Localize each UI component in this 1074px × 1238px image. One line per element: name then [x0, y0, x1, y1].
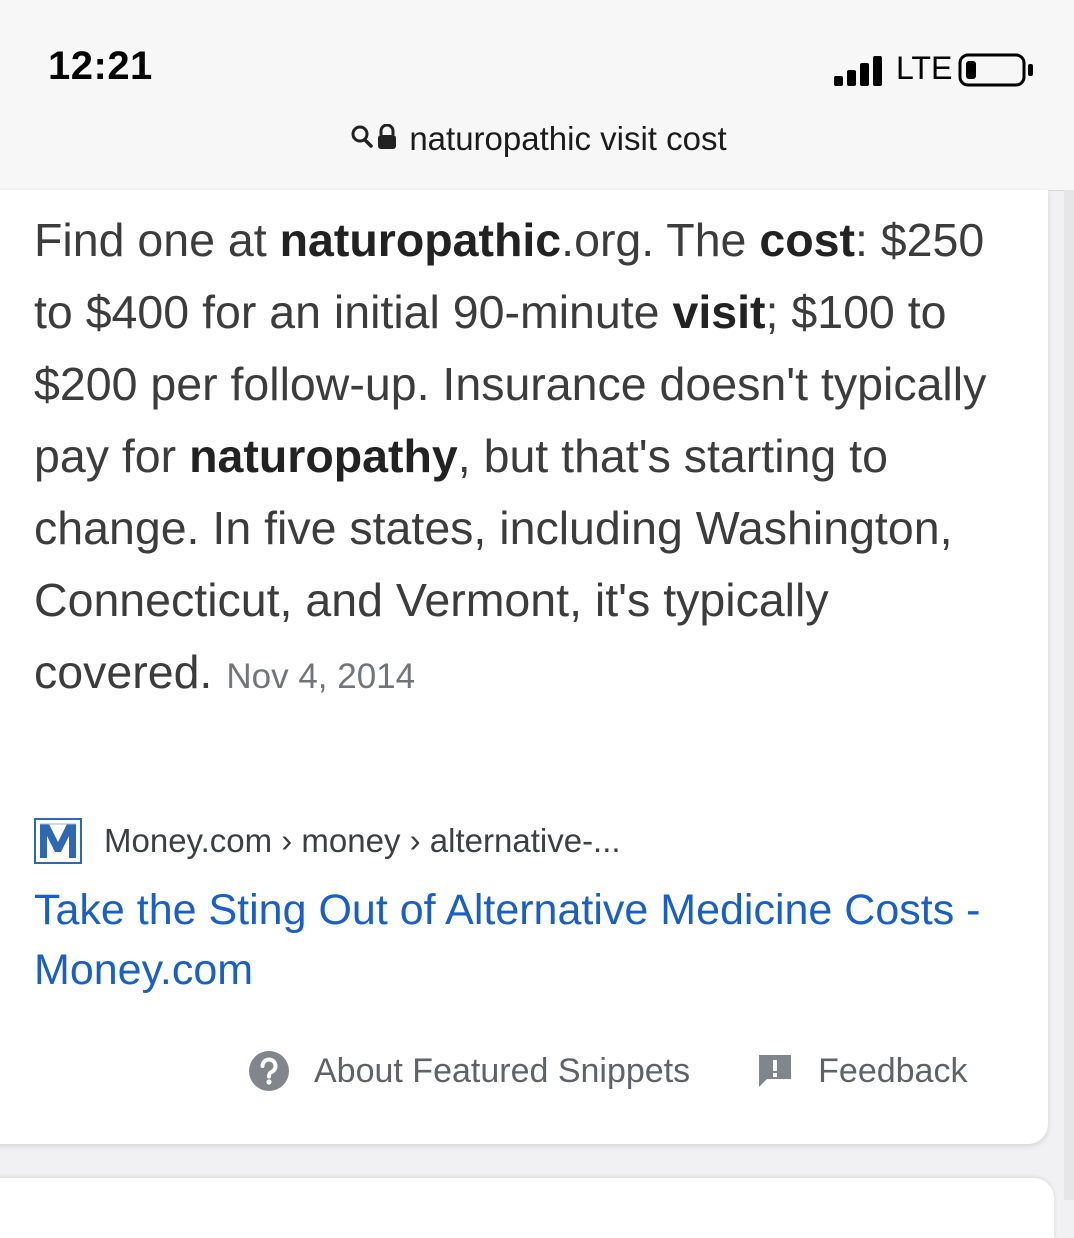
source-line[interactable]: Money.com › money › alternative-...	[34, 818, 621, 864]
snippet-bold: naturopathy	[189, 430, 458, 482]
snippet-bold: visit	[672, 286, 766, 338]
status-bar: 12:21 LTE	[0, 0, 1074, 110]
battery-icon	[958, 53, 1033, 87]
address-query[interactable]: naturopathic visit cost	[409, 120, 726, 158]
snippet-bold: cost	[759, 214, 855, 266]
search-icon	[351, 125, 374, 154]
money-logo-icon	[34, 818, 82, 864]
about-featured-snippets-button[interactable]: About Featured Snippets	[248, 1050, 690, 1092]
snippet-footer: About Featured Snippets Feedback	[248, 1050, 967, 1092]
source-breadcrumb[interactable]: Money.com › money › alternative-...	[104, 822, 621, 860]
lock-icon	[377, 123, 397, 155]
help-circle-icon	[249, 1051, 289, 1091]
feedback-label: Feedback	[818, 1051, 968, 1090]
snippet-bold: naturopathic	[279, 214, 562, 266]
snippet-text: Find one at naturopathic.org. The cost: …	[34, 204, 1014, 713]
snippet-span: Find one at	[34, 214, 280, 266]
about-featured-snippets-label: About Featured Snippets	[314, 1051, 691, 1090]
page-edge	[1064, 190, 1074, 1200]
status-time: 12:21	[48, 44, 153, 88]
next-result-card	[0, 1178, 1054, 1238]
network-type: LTE	[896, 50, 953, 86]
cellular-signal-icon	[834, 56, 882, 86]
snippet-date: Nov 4, 2014	[226, 657, 416, 696]
result-title-link[interactable]: Take the Sting Out of Alternative Medici…	[34, 880, 994, 1000]
feedback-button[interactable]: Feedback	[756, 1052, 967, 1091]
snippet-span: .org. The	[561, 214, 760, 266]
featured-snippet-card: Find one at naturopathic.org. The cost: …	[0, 190, 1048, 1144]
address-bar[interactable]: naturopathic visit cost	[0, 110, 1074, 191]
feedback-icon	[759, 1055, 792, 1087]
